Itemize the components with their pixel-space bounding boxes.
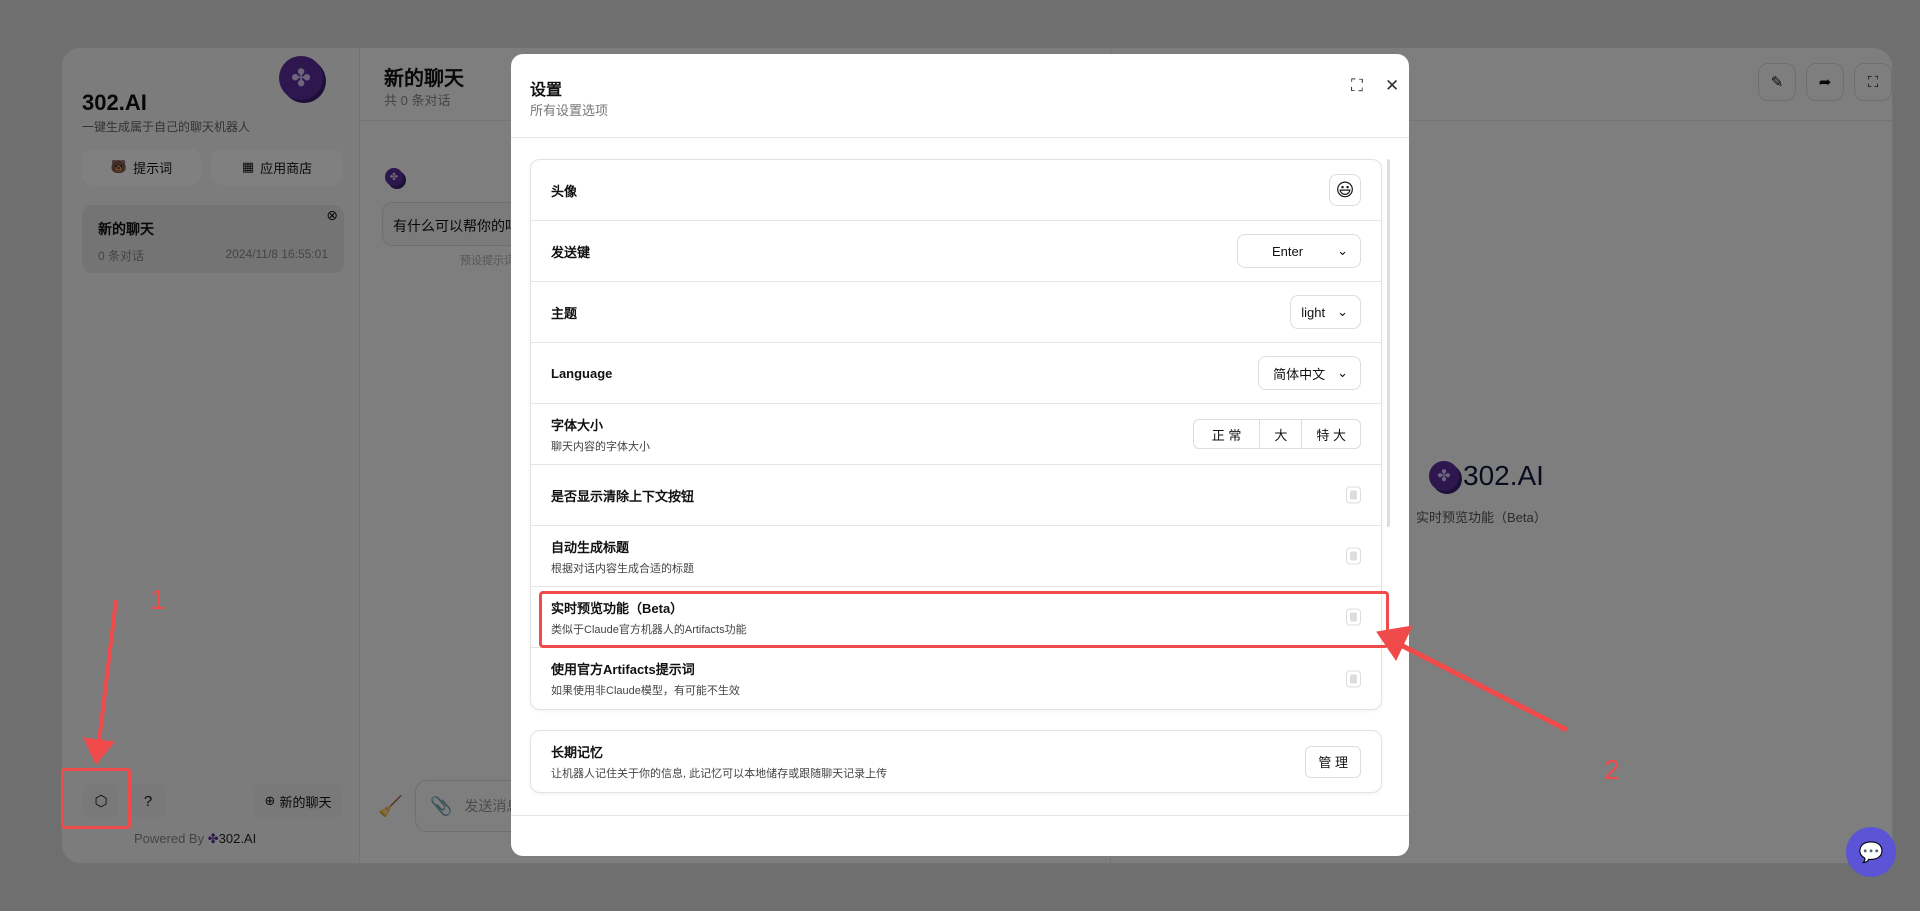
- modal-title: 设置: [530, 82, 563, 99]
- prompt-label: 提示词: [133, 160, 173, 176]
- setting-auto-title: 自动生成标题根据对话内容生成合适的标题: [531, 526, 1381, 587]
- powered-by: Powered By ✤302.AI: [134, 831, 256, 847]
- select-value: 简体中文: [1273, 366, 1326, 382]
- preview-label: 实时预览功能（Beta）: [1416, 510, 1547, 525]
- prompt-button[interactable]: 🐻 提示词: [82, 149, 201, 185]
- annotation-label-1: 1: [150, 584, 166, 615]
- theme-select[interactable]: light ⌄: [1290, 295, 1361, 329]
- setting-avatar: 头像 😃: [531, 160, 1381, 221]
- close-icon[interactable]: ✕: [1385, 76, 1399, 96]
- store-label: 应用商店: [260, 160, 313, 176]
- chat-header-title: 新的聊天: [384, 68, 464, 90]
- fullscreen-button[interactable]: ⛶: [1854, 63, 1892, 101]
- font-size-segmented: 正 常大特 大: [1192, 419, 1361, 449]
- pencil-icon: ✎: [1770, 74, 1784, 91]
- setting-theme: 主题 light ⌄: [531, 282, 1381, 343]
- share-button[interactable]: ➦: [1806, 63, 1844, 101]
- modal-subtitle: 所有设置选项: [530, 103, 609, 118]
- setting-label: 是否显示清除上下文按钮: [551, 488, 695, 504]
- edit-button[interactable]: ✎: [1758, 63, 1796, 101]
- setting-desc: 根据对话内容生成合适的标题: [551, 562, 694, 575]
- toggle-switch[interactable]: [1346, 670, 1361, 687]
- select-value: light: [1301, 304, 1326, 320]
- setting-show-clear-context: 是否显示清除上下文按钮: [531, 465, 1381, 526]
- chat-date: 2024/11/8 16:55:01: [225, 247, 328, 261]
- new-chat-button[interactable]: ⊕ 新的聊天: [253, 783, 343, 819]
- setting-send-key: 发送键 Enter ⌄: [531, 221, 1381, 282]
- support-chat-button[interactable]: 💬: [1846, 827, 1896, 877]
- setting-desc: 让机器人记住关于你的信息, 此记忆可以本地储存或跟随聊天记录上传: [551, 768, 888, 780]
- send-key-select[interactable]: Enter ⌄: [1237, 234, 1361, 268]
- memory-card: 长期记忆让机器人记住关于你的信息, 此记忆可以本地储存或跟随聊天记录上传 管 理: [530, 730, 1382, 793]
- setting-artifacts-prompt: 使用官方Artifacts提示词如果使用非Claude模型，有可能不生效: [531, 648, 1381, 709]
- avatar-picker[interactable]: 😃: [1329, 174, 1361, 206]
- paperclip-icon[interactable]: 📎: [430, 796, 452, 817]
- setting-language: Language 简体中文 ⌄: [531, 343, 1381, 404]
- setting-label: 字体大小: [551, 417, 604, 433]
- chat-header-subtitle: 共 0 条对话: [384, 93, 451, 108]
- expand-icon: ⛶: [1867, 73, 1879, 91]
- chevron-down-icon: ⌄: [1337, 304, 1348, 319]
- app-store-button[interactable]: ▦ 应用商店: [211, 149, 343, 185]
- chevron-down-icon: ⌄: [1337, 365, 1348, 380]
- toggle-switch[interactable]: [1346, 547, 1361, 565]
- setting-label: 头像: [551, 183, 578, 199]
- select-value: Enter: [1272, 243, 1304, 259]
- scrollbar[interactable]: [1387, 159, 1390, 527]
- preview-brand: ✤ 302.AI: [1429, 460, 1544, 492]
- grid-icon: ▦: [241, 159, 255, 174]
- setting-label: 发送键: [551, 244, 591, 260]
- divider: [511, 815, 1409, 816]
- setting-desc: 聊天内容的字体大小: [551, 440, 650, 453]
- sidebar: 302.AI 一键生成属于自己的聊天机器人 ✤ 🐻 提示词 ▦ 应用商店 新的聊天 …: [62, 48, 360, 863]
- help-button[interactable]: ?: [130, 783, 166, 819]
- chevron-down-icon: ⌄: [1337, 243, 1348, 258]
- setting-label: 自动生成标题: [551, 539, 630, 555]
- chat-title: 新的聊天: [98, 221, 154, 237]
- logo-small-icon: ✤: [207, 831, 219, 846]
- font-size-normal[interactable]: 正 常: [1194, 420, 1261, 448]
- manage-memory-button[interactable]: 管 理: [1305, 745, 1361, 778]
- chat-count: 0 条对话: [98, 249, 145, 263]
- preview-brand-text: 302.AI: [1463, 460, 1544, 491]
- toggle-switch[interactable]: [1346, 486, 1361, 504]
- brand-tagline: 一键生成属于自己的聊天机器人: [82, 120, 251, 134]
- annotation-box-1: [61, 768, 131, 829]
- brand-logo: ✤: [279, 56, 323, 100]
- settings-modal: 设置 所有设置选项 ⛶ ✕ 头像 😃 发送键 Enter ⌄ 主题 light ⌄ Lan…: [511, 54, 1409, 856]
- font-size-large[interactable]: 大: [1260, 420, 1303, 448]
- powered-brand: 302.AI: [218, 831, 257, 846]
- brand-title: 302.AI: [82, 90, 147, 115]
- setting-font-size: 字体大小聊天内容的字体大小 正 常大特 大: [531, 404, 1381, 465]
- brand-logo: ✤: [1429, 461, 1459, 491]
- annotation-label-2: 2: [1604, 754, 1620, 785]
- setting-label: 长期记忆: [551, 745, 604, 760]
- share-icon: ➦: [1818, 74, 1832, 91]
- delete-chat-icon[interactable]: ⊗: [326, 207, 338, 224]
- divider: [511, 137, 1409, 138]
- help-icon: ?: [143, 792, 153, 810]
- bear-icon: 🐻: [110, 159, 128, 174]
- powered-label: Powered By: [134, 831, 205, 846]
- bot-avatar: ✤: [385, 168, 403, 186]
- plus-circle-icon: ⊕: [264, 793, 276, 808]
- language-select[interactable]: 简体中文 ⌄: [1258, 356, 1361, 390]
- setting-desc: 如果使用非Claude模型，有可能不生效: [551, 685, 740, 697]
- setting-label: Language: [551, 365, 613, 381]
- new-chat-label: 新的聊天: [279, 794, 332, 810]
- setting-label: 使用官方Artifacts提示词: [551, 662, 695, 677]
- broom-icon[interactable]: 🧹: [378, 794, 403, 819]
- font-size-xlarge[interactable]: 特 大: [1302, 420, 1360, 448]
- preset-hint: 预设提示词: [460, 255, 515, 267]
- setting-memory: 长期记忆让机器人记住关于你的信息, 此记忆可以本地储存或跟随聊天记录上传 管 理: [531, 731, 1381, 792]
- chat-list-item[interactable]: 新的聊天 0 条对话 2024/11/8 16:55:01 ⊗: [82, 205, 344, 273]
- annotation-box-2: [539, 591, 1389, 648]
- expand-icon[interactable]: ⛶: [1351, 76, 1363, 96]
- setting-label: 主题: [551, 305, 578, 321]
- chat-bubble-icon: 💬: [1858, 841, 1884, 864]
